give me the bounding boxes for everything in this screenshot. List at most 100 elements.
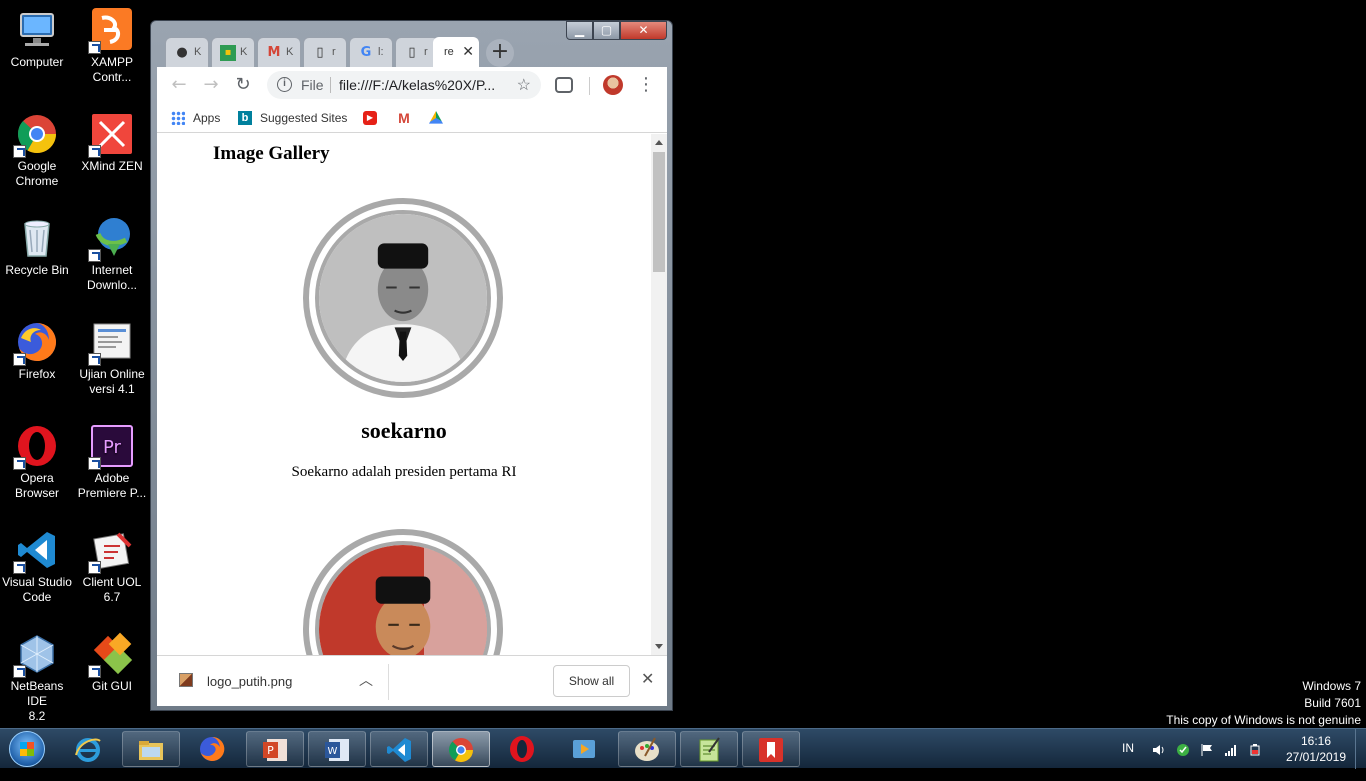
- shortcut-arrow-icon: [13, 353, 26, 366]
- power-plug-icon[interactable]: [1248, 742, 1262, 756]
- scroll-thumb[interactable]: [653, 152, 665, 272]
- shortcut-arrow-icon: [88, 457, 101, 470]
- desktop-icon-label: Internet: [91, 263, 133, 277]
- google-icon: G: [360, 45, 372, 60]
- desktop-icon-label: Recycle Bin: [5, 263, 69, 277]
- start-button[interactable]: [4, 729, 48, 769]
- taskbar-firefox[interactable]: [184, 731, 242, 767]
- bookmark-suggested-sites[interactable]: b Suggested Sites: [238, 110, 347, 126]
- menu-kebab-icon[interactable]: ⋮: [637, 73, 655, 97]
- desktop-icon-xmind[interactable]: XMind ZEN: [75, 112, 149, 174]
- bookmark-star-icon[interactable]: ☆: [517, 75, 531, 95]
- shield-icon[interactable]: [1176, 742, 1190, 756]
- premiere-icon: Pr: [88, 424, 134, 470]
- address-bar[interactable]: i File file:///F:/A/kelas%20X/P... ☆: [267, 71, 541, 99]
- taskbar-file-explorer[interactable]: [122, 731, 180, 767]
- desktop-icon-chrome[interactable]: Google Chrome: [0, 112, 74, 189]
- desktop-icon-vscode[interactable]: Visual Studio Code: [0, 528, 74, 605]
- taskbar-paint[interactable]: [618, 731, 676, 767]
- tab-title: re: [444, 46, 454, 58]
- portrait-second: [303, 529, 503, 655]
- youtube-icon: ▶: [363, 111, 377, 125]
- url-text[interactable]: file:///F:/A/kelas%20X/P...: [339, 77, 509, 93]
- desktop-icon-xampp[interactable]: XAMPP Contr...: [75, 8, 149, 85]
- bookmark-drive[interactable]: [429, 110, 451, 126]
- desktop-icon-label: Adobe: [94, 471, 130, 485]
- taskbar-powerpoint[interactable]: P: [246, 731, 304, 767]
- scroll-down-arrow-icon[interactable]: [655, 644, 663, 649]
- vscode-icon: [387, 738, 411, 762]
- info-icon[interactable]: i: [277, 77, 292, 92]
- person-description: Soekarno adalah presiden pertama RI: [291, 464, 517, 480]
- desktop-icon-ujian-online[interactable]: Ujian Online versi 4.1: [75, 320, 149, 397]
- close-tab-icon[interactable]: ✕: [462, 44, 474, 60]
- bookmarks-bar: Apps b Suggested Sites ▶ M: [157, 103, 667, 133]
- desktop-icon-label-2: Downlo...: [86, 278, 138, 292]
- taskbar-media[interactable]: [556, 731, 614, 767]
- bookmark-label: Apps: [193, 111, 221, 125]
- taskbar-chrome[interactable]: [432, 731, 490, 767]
- taskbar-notepad-plus[interactable]: [680, 731, 738, 767]
- new-tab-button[interactable]: +: [486, 39, 514, 67]
- speaker-icon[interactable]: [1152, 742, 1166, 756]
- svg-text:W: W: [328, 746, 338, 757]
- download-filename[interactable]: logo_putih.png: [207, 674, 292, 689]
- taskbar-pdf-reader[interactable]: [742, 731, 800, 767]
- desktop-icon-git-gui[interactable]: Git GUI: [75, 632, 149, 694]
- system-clock[interactable]: 16:16 27/01/2019: [1276, 733, 1356, 765]
- desktop-icon-recycle-bin[interactable]: Recycle Bin: [0, 216, 74, 278]
- image-file-icon: [179, 673, 193, 687]
- network-signal-icon[interactable]: [1224, 742, 1238, 756]
- desktop-icon-netbeans[interactable]: NetBeans IDE 8.2: [0, 632, 74, 724]
- desktop-icon-label-2: Code: [22, 590, 52, 604]
- desktop-icon-premiere[interactable]: Pr Adobe Premiere P...: [75, 424, 149, 501]
- show-all-button[interactable]: Show all: [553, 665, 630, 697]
- tab-document-1[interactable]: ▯ r: [303, 37, 347, 67]
- language-indicator[interactable]: IN: [1122, 741, 1134, 781]
- desktop-icon-firefox[interactable]: Firefox: [0, 320, 74, 382]
- close-download-bar-icon[interactable]: ✕: [641, 669, 654, 689]
- taskbar-opera[interactable]: [494, 731, 552, 767]
- shortcut-arrow-icon: [88, 665, 101, 678]
- back-arrow-icon[interactable]: ←: [167, 73, 191, 97]
- taskbar-vscode[interactable]: [370, 731, 428, 767]
- desktop-icon-label: Git GUI: [91, 679, 132, 693]
- bookmark-label: Suggested Sites: [260, 111, 348, 125]
- internet-explorer-icon: [75, 738, 101, 762]
- bookmark-gmail[interactable]: M: [397, 110, 419, 126]
- desktop-icon-idm[interactable]: Internet Downlo...: [75, 216, 149, 293]
- chevron-up-icon[interactable]: ︿: [359, 670, 373, 690]
- tab-google[interactable]: G l:: [349, 37, 393, 67]
- omnibox-separator: [330, 77, 331, 93]
- desktop-icon-label: XAMPP: [90, 55, 133, 69]
- svg-text:Pr: Pr: [103, 437, 122, 458]
- tab-title: l:: [378, 46, 384, 58]
- reload-icon[interactable]: ↻: [231, 73, 255, 97]
- client-uol-icon: [88, 528, 134, 574]
- shortcut-arrow-icon: [13, 665, 26, 678]
- gmail-icon: M: [267, 45, 281, 60]
- bookmark-apps[interactable]: Apps: [171, 110, 220, 126]
- tab-github[interactable]: ● K: [165, 37, 209, 67]
- extension-icon[interactable]: [555, 77, 573, 93]
- desktop-icon-computer[interactable]: Computer: [0, 8, 74, 70]
- profile-avatar[interactable]: [603, 75, 623, 95]
- flag-icon[interactable]: [1200, 742, 1214, 756]
- tab-classroom[interactable]: ▪ K: [211, 37, 255, 67]
- desktop-icon-client-uol[interactable]: Client UOL 6.7: [75, 528, 149, 605]
- bookmark-youtube[interactable]: ▶: [363, 110, 385, 126]
- download-separator: [388, 664, 389, 700]
- internet-download-manager-icon: [88, 216, 134, 262]
- pdf-reader-icon: [759, 738, 783, 762]
- scroll-up-arrow-icon[interactable]: [655, 140, 663, 145]
- desktop-icon-label-2: 6.7: [103, 590, 121, 604]
- forward-arrow-icon[interactable]: →: [199, 73, 223, 97]
- show-desktop-button[interactable]: [1355, 729, 1366, 769]
- tab-active[interactable]: re ✕: [433, 37, 479, 67]
- taskbar-word[interactable]: W: [308, 731, 366, 767]
- tab-gmail[interactable]: M K: [257, 37, 301, 67]
- desktop-icon-opera[interactable]: Opera Browser: [0, 424, 74, 501]
- chrome-icon: [448, 738, 473, 763]
- vertical-scrollbar[interactable]: [651, 134, 667, 655]
- taskbar-internet-explorer[interactable]: [60, 731, 118, 767]
